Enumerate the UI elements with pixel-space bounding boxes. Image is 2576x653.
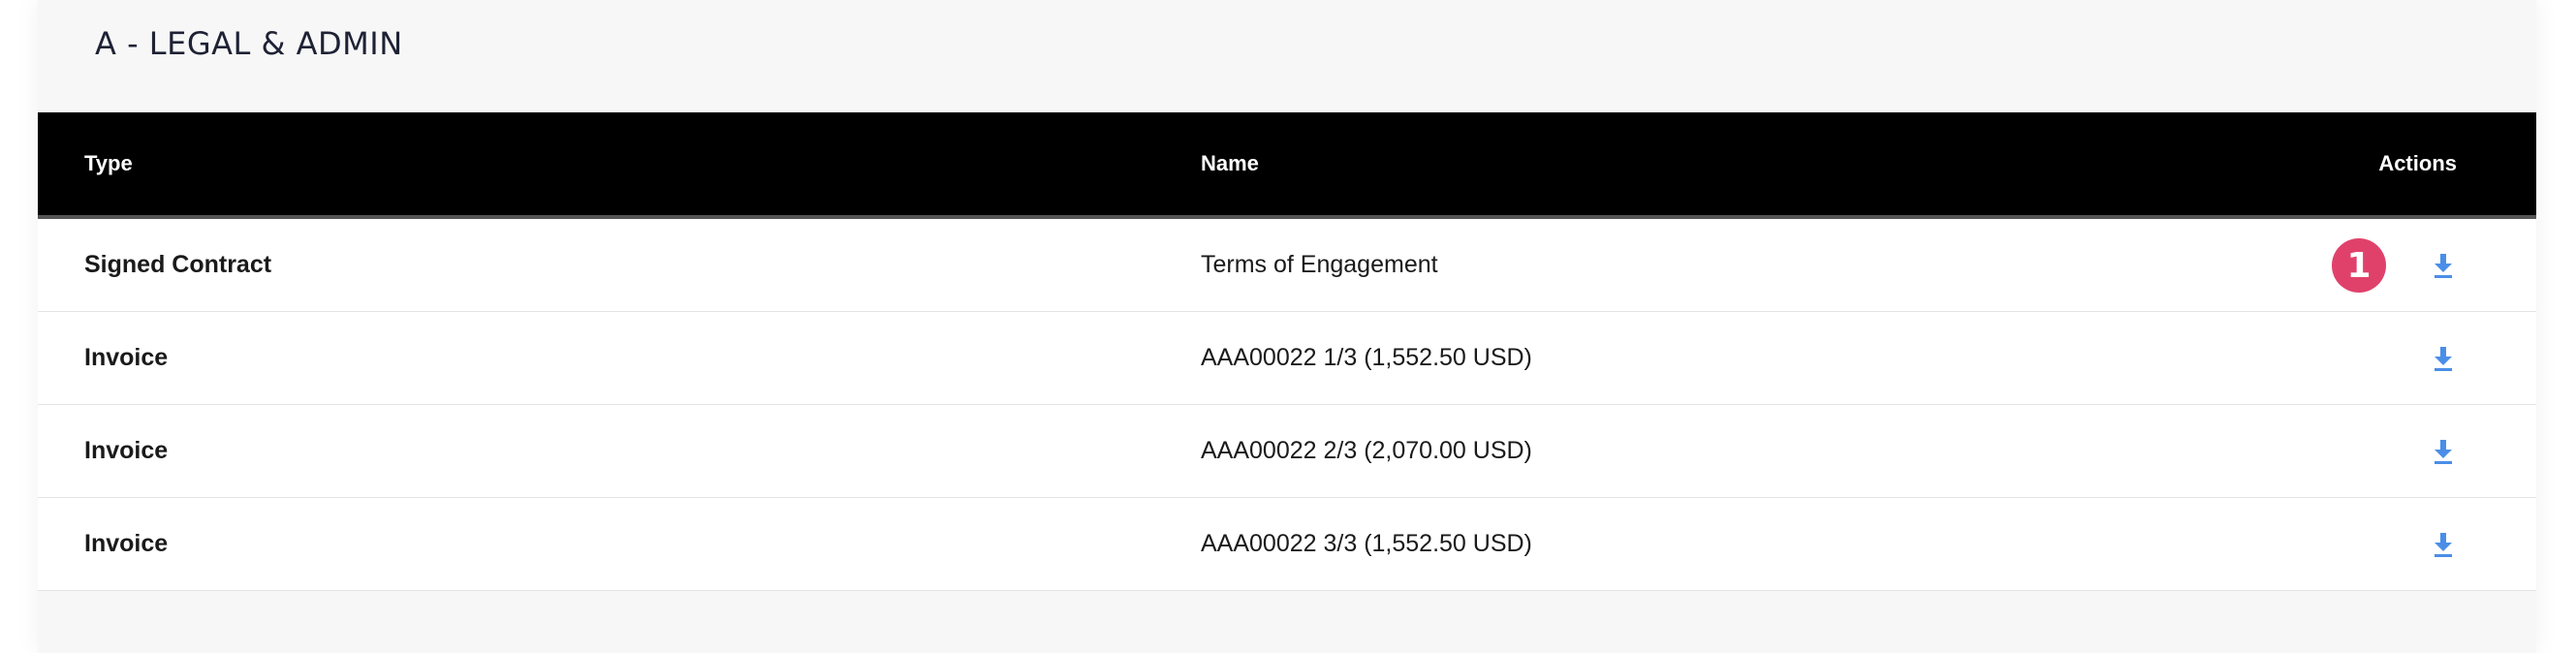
row-actions — [2430, 312, 2457, 404]
row-type: Invoice — [84, 344, 169, 371]
row-name: AAA00022 2/3 (2,070.00 USD) — [1201, 437, 1532, 464]
header-actions: Actions — [2378, 151, 2457, 175]
row-type: Invoice — [84, 437, 169, 464]
row-name: Terms of Engagement — [1201, 251, 1438, 278]
header-type: Type — [84, 151, 133, 175]
download-button[interactable] — [2430, 249, 2457, 282]
annotation-badge: 1 — [2332, 238, 2386, 293]
table-row: Invoice AAA00022 3/3 (1,552.50 USD) — [38, 498, 2536, 591]
download-icon — [2435, 346, 2452, 371]
documents-card: A - LEGAL & ADMIN Type Name Actions Sign… — [38, 0, 2536, 653]
download-icon — [2435, 532, 2452, 557]
row-name: AAA00022 3/3 (1,552.50 USD) — [1201, 530, 1532, 557]
documents-table: Type Name Actions Signed Contract Terms … — [38, 112, 2536, 591]
download-button[interactable] — [2430, 528, 2457, 561]
section-title: A - LEGAL & ADMIN — [95, 25, 403, 62]
row-actions — [2430, 498, 2457, 590]
download-icon — [2435, 253, 2452, 278]
row-name: AAA00022 1/3 (1,552.50 USD) — [1201, 344, 1532, 371]
row-actions — [2430, 219, 2457, 311]
download-icon — [2435, 439, 2452, 464]
row-type: Invoice — [84, 530, 169, 557]
row-type: Signed Contract — [84, 251, 272, 278]
table-header: Type Name Actions — [38, 112, 2536, 219]
row-actions — [2430, 405, 2457, 497]
table-row: Signed Contract Terms of Engagement 1 — [38, 219, 2536, 312]
header-name: Name — [1201, 151, 1259, 175]
download-button[interactable] — [2430, 342, 2457, 375]
download-button[interactable] — [2430, 435, 2457, 468]
table-row: Invoice AAA00022 1/3 (1,552.50 USD) — [38, 312, 2536, 405]
table-row: Invoice AAA00022 2/3 (2,070.00 USD) — [38, 405, 2536, 498]
